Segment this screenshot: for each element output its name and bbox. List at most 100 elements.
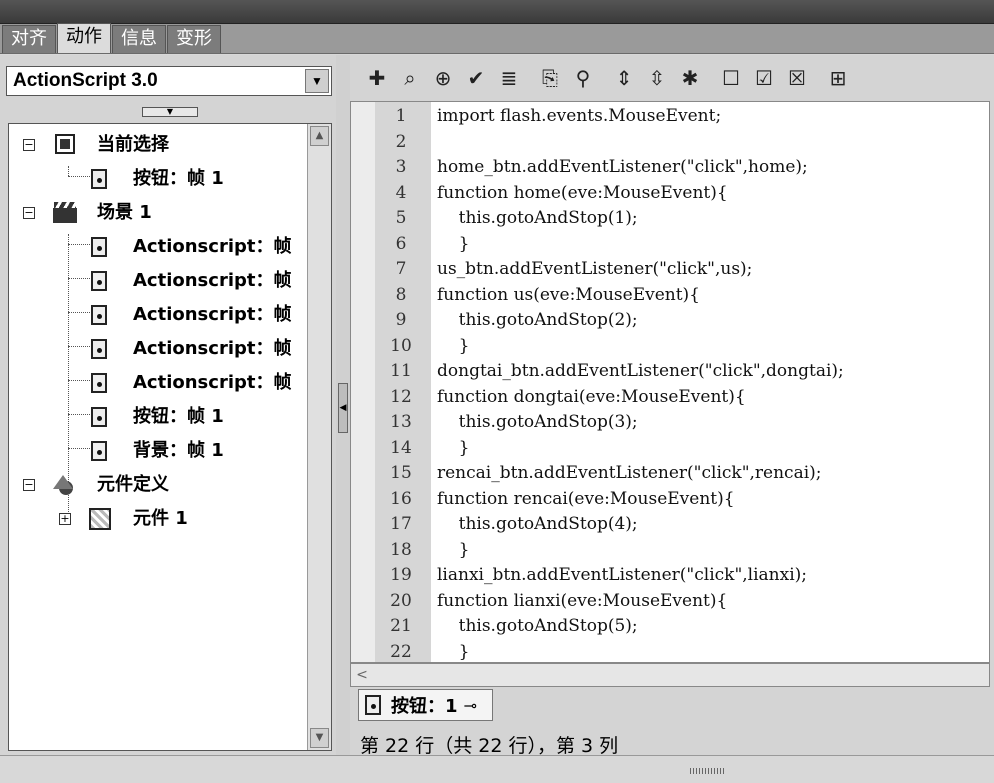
script-editor-panel: ✚ ⌕ ⊕ ✔ ≣ ⎘ ⚲ ⇕ ⇳ ✱ ☐ ☑ ☒ ⊞ 1 import flas…: [350, 55, 994, 757]
tree-node-scene[interactable]: − 场景 1: [19, 196, 309, 230]
show-code-hint-icon[interactable]: ⎘: [535, 63, 565, 93]
remove-comment-icon[interactable]: ☒: [782, 63, 812, 93]
line-number: 12: [390, 386, 412, 407]
collapse-toolbox-icon[interactable]: ◀: [338, 383, 348, 433]
tree-item-background-frame[interactable]: 背景：帧 1: [19, 434, 309, 468]
line-number: 1: [395, 106, 407, 126]
collapse-icon[interactable]: −: [23, 479, 35, 491]
collapse-selection-icon[interactable]: ⇳: [642, 63, 672, 93]
actionscript-version-value: ActionScript 3.0: [13, 70, 158, 91]
expand-icon[interactable]: +: [59, 513, 71, 525]
expand-all-icon[interactable]: ✱: [675, 63, 705, 93]
line-number: 16: [390, 488, 412, 509]
pin-script-icon[interactable]: ⊸: [464, 696, 486, 715]
tab-transform[interactable]: 变形: [167, 25, 221, 53]
code-line: this.gotoAndStop(1);: [437, 208, 638, 228]
code-line: }: [437, 233, 470, 254]
code-line: lianxi_btn.addEventListener("click",lian…: [437, 565, 808, 585]
auto-format-icon[interactable]: ≣: [494, 63, 524, 93]
code-line: }: [437, 539, 470, 560]
frame-script-icon: [91, 305, 107, 325]
code-line: this.gotoAndStop(3);: [437, 412, 638, 432]
code-line: this.gotoAndStop(2);: [437, 310, 638, 330]
line-number: 19: [390, 565, 412, 585]
actionscript-version-select[interactable]: ActionScript 3.0 ▼: [6, 66, 332, 96]
find-icon[interactable]: ⌕: [395, 63, 425, 93]
add-statement-icon[interactable]: ✚: [362, 63, 392, 93]
insert-target-path-icon[interactable]: ⊕: [428, 63, 458, 93]
toolbox-split-handle[interactable]: ▼: [142, 107, 198, 117]
panel-divider[interactable]: ◀: [336, 55, 350, 755]
scroll-up-icon[interactable]: ▲: [310, 126, 329, 146]
debug-options-icon[interactable]: ⚲: [568, 63, 598, 93]
frame-script-icon: [91, 271, 107, 291]
code-line: this.gotoAndStop(5);: [437, 616, 638, 636]
collapse-icon[interactable]: −: [23, 139, 35, 151]
tab-actions[interactable]: 动作: [57, 23, 111, 53]
code-line: import flash.events.MouseEvent;: [437, 106, 722, 126]
scroll-left-icon[interactable]: <: [353, 666, 371, 684]
breakpoint-gutter[interactable]: [351, 102, 375, 662]
line-number: 3: [395, 157, 407, 177]
resize-grip-icon[interactable]: [690, 768, 726, 774]
tree-item-button-frame[interactable]: 按钮：帧 1: [19, 400, 309, 434]
panel-title-bar: [0, 0, 994, 24]
code-line: function lianxi(eve:MouseEvent){: [437, 590, 728, 611]
scroll-down-icon[interactable]: ▼: [310, 728, 329, 748]
frame-script-icon: [91, 373, 107, 393]
collapse-between-braces-icon[interactable]: ⇕: [609, 63, 639, 93]
line-number: 14: [390, 437, 412, 458]
tree-item-actionscript-frame[interactable]: Actionscript：帧: [19, 332, 309, 366]
chevron-down-icon[interactable]: ▼: [305, 69, 329, 93]
code-line: function rencai(eve:MouseEvent){: [437, 488, 735, 509]
line-number: 22: [390, 641, 412, 662]
apply-block-comment-icon[interactable]: ☐: [716, 63, 746, 93]
code-line: }: [437, 335, 470, 356]
code-line: function us(eve:MouseEvent){: [437, 284, 701, 305]
code-line: }: [437, 437, 470, 458]
line-number: 18: [390, 539, 412, 560]
clapperboard-icon: [53, 202, 79, 224]
code-line: us_btn.addEventListener("click",us);: [437, 259, 753, 279]
line-number: 4: [395, 182, 407, 203]
frame-script-icon: [91, 339, 107, 359]
frame-script-icon: [91, 407, 107, 427]
movieclip-symbol-icon: [89, 508, 111, 530]
horizontal-scrollbar[interactable]: <: [350, 663, 990, 687]
tab-align[interactable]: 对齐: [2, 25, 56, 53]
tree-node-symbol[interactable]: + 元件 1: [19, 502, 309, 536]
code-line: function dongtai(eve:MouseEvent){: [437, 386, 746, 407]
library-shapes-icon: [51, 473, 79, 497]
tree-item-actionscript-frame[interactable]: Actionscript：帧: [19, 264, 309, 298]
check-syntax-icon[interactable]: ✔: [461, 63, 491, 93]
tree-node-current-selection[interactable]: − 当前选择: [19, 128, 309, 162]
tree-item-actionscript-frame[interactable]: Actionscript：帧: [19, 230, 309, 264]
tree-node-symbol-definitions[interactable]: − 元件定义: [19, 468, 309, 502]
code-line: this.gotoAndStop(4);: [437, 514, 638, 534]
current-selection-icon: [55, 134, 75, 154]
tree-item-actionscript-frame[interactable]: Actionscript：帧: [19, 298, 309, 332]
panel-bottom-bar: [0, 755, 994, 783]
line-number: 2: [395, 131, 407, 152]
line-number: 13: [390, 412, 412, 432]
script-file-tab[interactable]: 按钮：1 ⊸: [358, 689, 493, 721]
frame-script-icon: [91, 441, 107, 461]
code-editor[interactable]: 1 import flash.events.MouseEvent; 2 3 home_b…: [350, 101, 990, 663]
line-number: 6: [395, 233, 407, 254]
collapse-icon[interactable]: −: [23, 207, 35, 219]
tree-item-button-frame[interactable]: 按钮：帧 1: [19, 162, 309, 196]
line-number: 15: [390, 463, 412, 483]
line-number: 20: [390, 590, 412, 611]
tree-scrollbar[interactable]: ▲ ▼: [307, 124, 331, 750]
apply-line-comment-icon[interactable]: ☑: [749, 63, 779, 93]
tab-info[interactable]: 信息: [112, 25, 166, 53]
script-navigator-tree: ▲ ▼ − 当前选择 按钮：帧 1 − 场景 1 Actionscript：帧 …: [8, 123, 332, 751]
frame-script-icon: [91, 169, 107, 189]
panel-tab-bar: 对齐 动作 信息 变形: [0, 23, 994, 54]
script-file-tab-label: 按钮：1: [391, 696, 458, 717]
line-number: 8: [395, 284, 407, 305]
line-number: 7: [395, 259, 407, 279]
tree-item-actionscript-frame[interactable]: Actionscript：帧: [19, 366, 309, 400]
show-hide-toolbox-icon[interactable]: ⊞: [823, 63, 853, 93]
code-line: dongtai_btn.addEventListener("click",don…: [437, 361, 844, 381]
